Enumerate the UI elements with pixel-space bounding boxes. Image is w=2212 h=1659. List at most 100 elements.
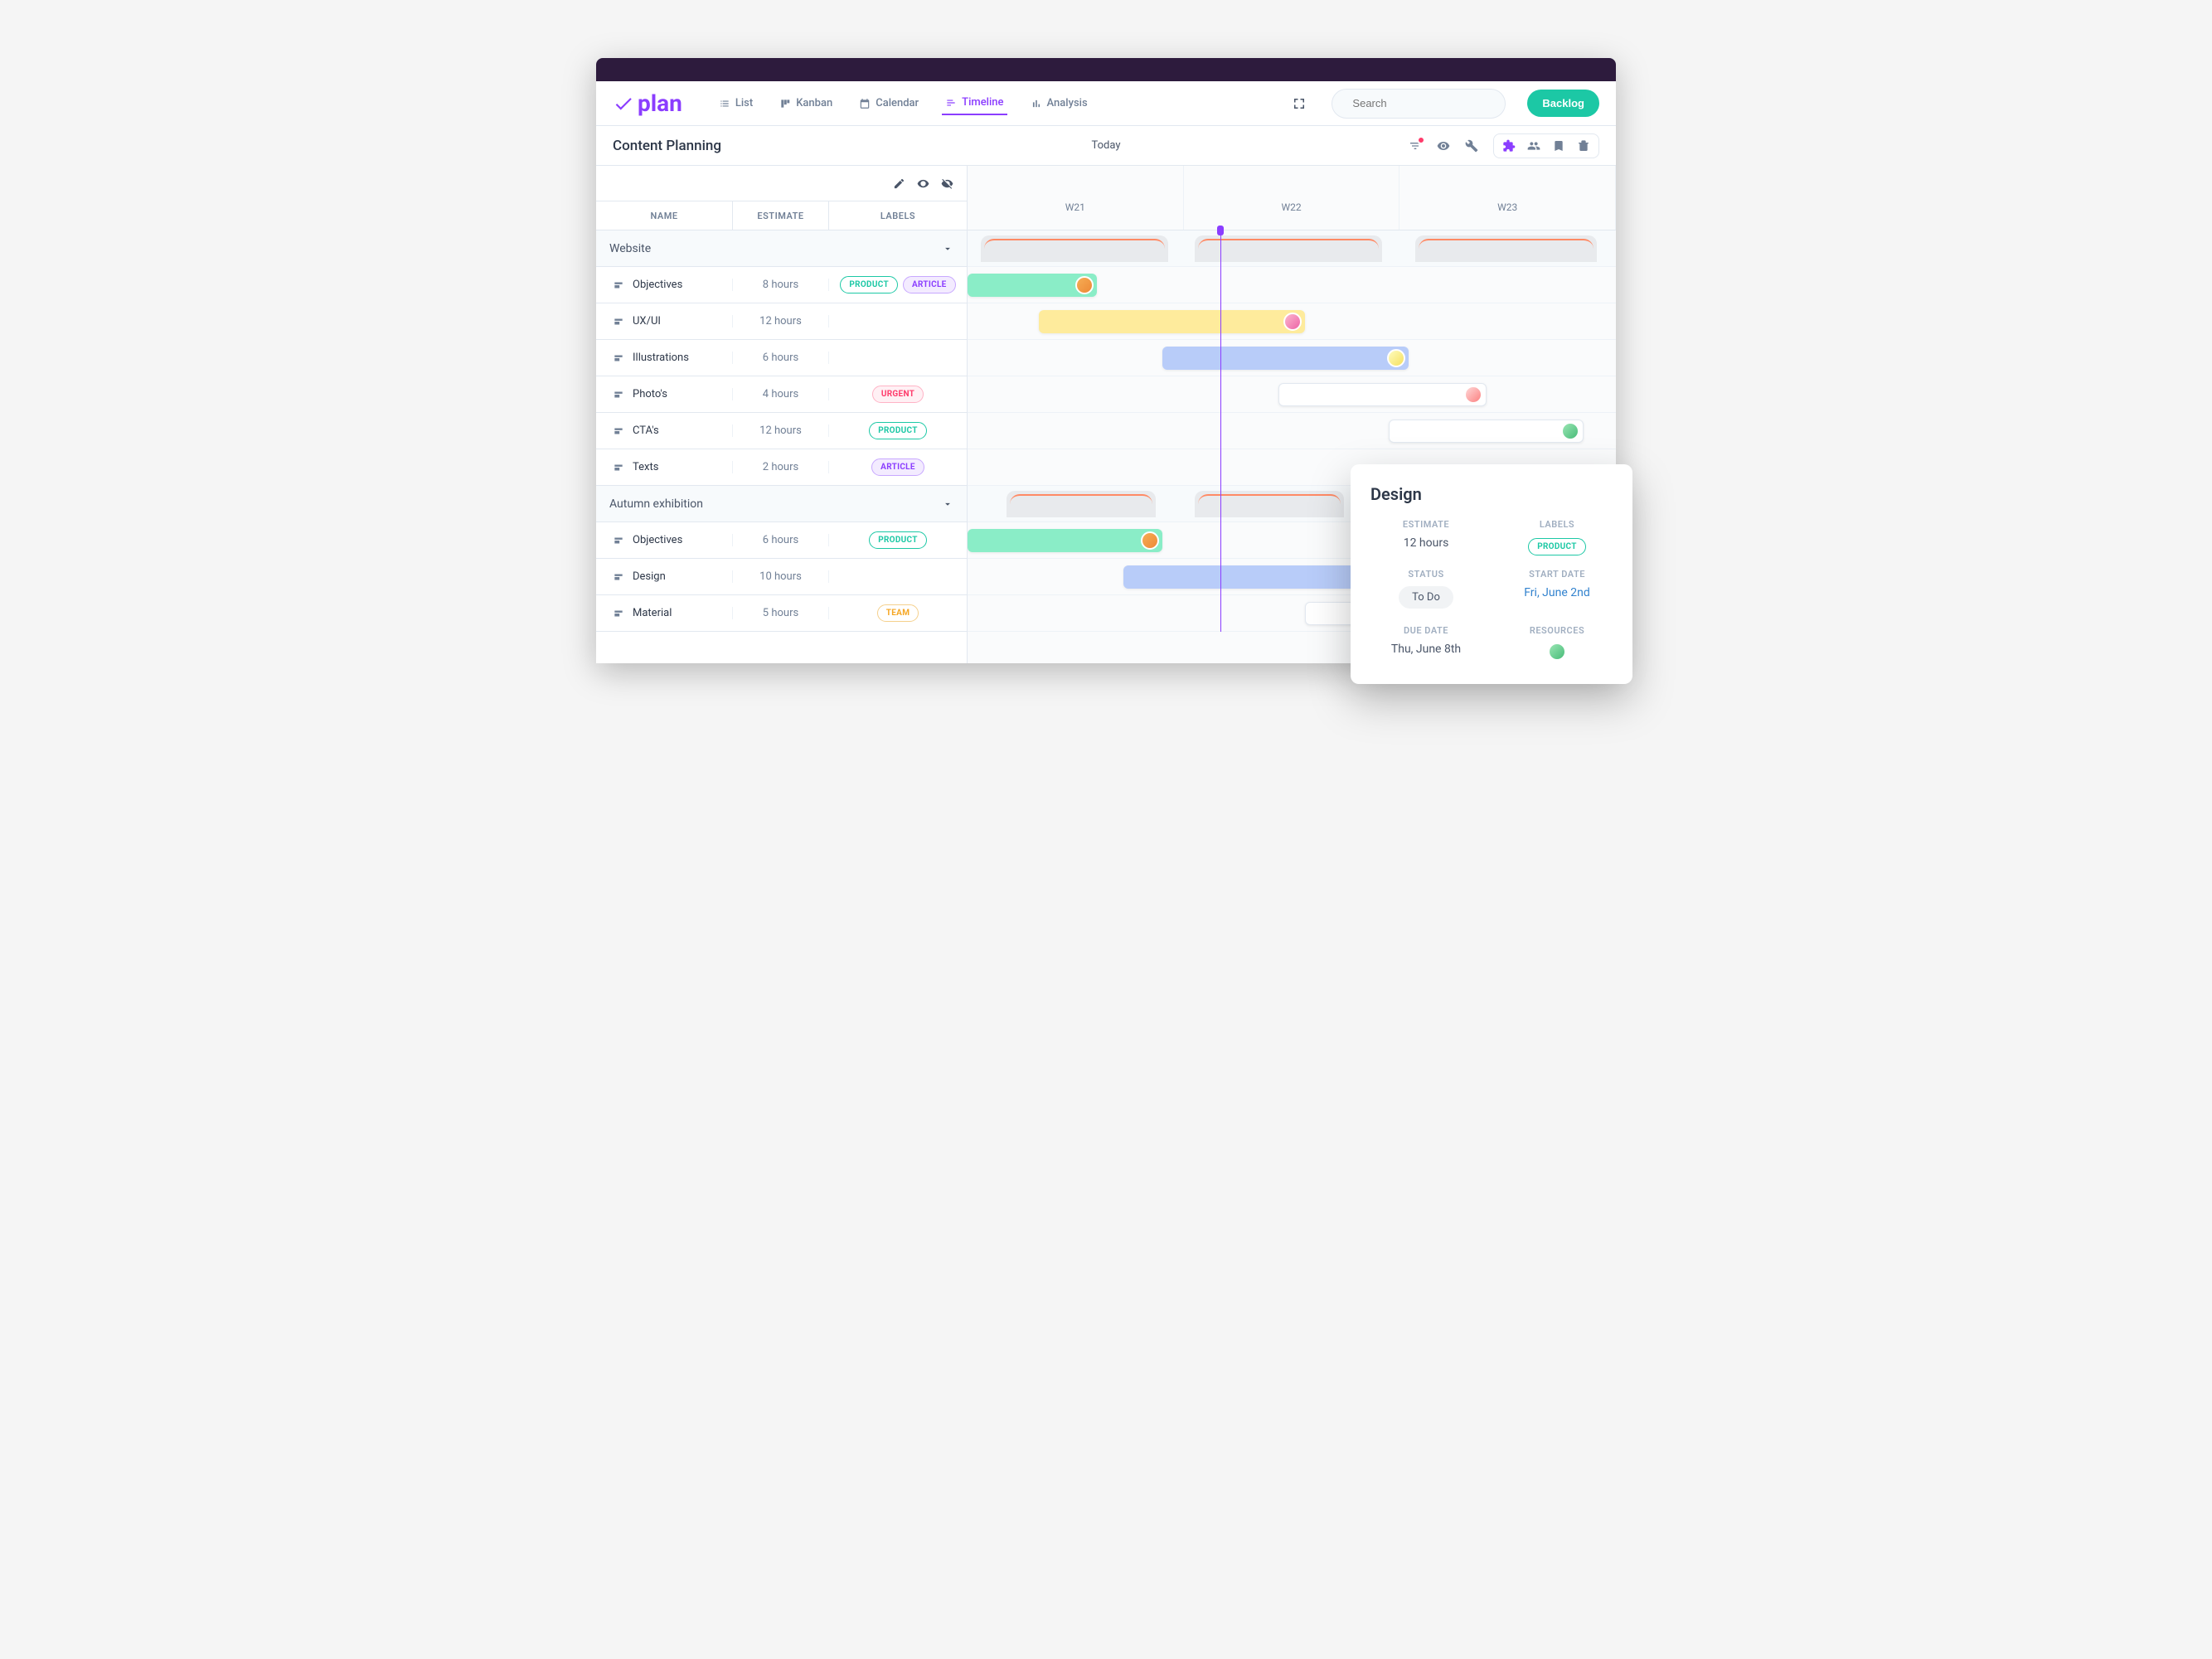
tab-analysis[interactable]: Analysis bbox=[1027, 91, 1091, 115]
visibility-icon[interactable] bbox=[917, 177, 929, 190]
task-sidebar: NAME ESTIMATE LABELS Website Objectives … bbox=[596, 166, 968, 663]
timeline-bar[interactable] bbox=[1278, 383, 1486, 406]
timeline-task-row bbox=[968, 376, 1616, 413]
bar-avatar[interactable] bbox=[1141, 531, 1159, 550]
sub-header: Content Planning Today bbox=[596, 126, 1616, 166]
label-chip: ARTICLE bbox=[871, 458, 924, 476]
list-icon bbox=[719, 98, 730, 109]
card-icon bbox=[613, 279, 624, 291]
popup-estimate-label: ESTIMATE bbox=[1370, 519, 1482, 530]
task-name: Objectives bbox=[633, 279, 682, 291]
filter-badge bbox=[1417, 136, 1425, 144]
card-icon bbox=[613, 389, 624, 400]
chevron-down-icon bbox=[942, 243, 953, 255]
expand-icon[interactable] bbox=[1292, 96, 1307, 111]
people-icon[interactable] bbox=[1527, 139, 1540, 153]
hide-icon[interactable] bbox=[941, 177, 953, 190]
task-row[interactable]: Design 10 hours bbox=[596, 559, 967, 595]
top-nav: plan ListKanbanCalendarTimelineAnalysis … bbox=[596, 81, 1616, 126]
col-header-estimate[interactable]: ESTIMATE bbox=[733, 201, 829, 230]
card-icon bbox=[613, 535, 624, 546]
task-estimate: 2 hours bbox=[733, 461, 829, 473]
timeline-bar[interactable] bbox=[1389, 420, 1584, 443]
tab-list[interactable]: List bbox=[716, 91, 756, 115]
today-line bbox=[1220, 230, 1221, 632]
popup-avatar[interactable] bbox=[1548, 643, 1566, 661]
eye-icon[interactable] bbox=[1437, 139, 1450, 153]
tag-icon[interactable] bbox=[1552, 139, 1565, 153]
puzzle-icon[interactable] bbox=[1502, 139, 1516, 153]
popup-start-value[interactable]: Fri, June 2nd bbox=[1501, 586, 1613, 599]
task-row[interactable]: Objectives 6 hours PRODUCT bbox=[596, 522, 967, 559]
window-titlebar bbox=[596, 58, 1616, 81]
col-header-name[interactable]: NAME bbox=[596, 201, 733, 230]
timeline-bar[interactable] bbox=[1162, 347, 1409, 370]
timeline-task-row bbox=[968, 413, 1616, 449]
group-header[interactable]: Website bbox=[596, 230, 967, 267]
timeline-bar[interactable] bbox=[968, 529, 1162, 552]
popup-status-value[interactable]: To Do bbox=[1399, 586, 1453, 609]
task-row[interactable]: Material 5 hours TEAM bbox=[596, 595, 967, 632]
filter-icon[interactable] bbox=[1409, 139, 1422, 153]
search-input[interactable] bbox=[1352, 97, 1498, 109]
popup-due-value: Thu, June 8th bbox=[1370, 643, 1482, 656]
card-icon bbox=[613, 352, 624, 364]
timeline-task-row bbox=[968, 340, 1616, 376]
backlog-button[interactable]: Backlog bbox=[1527, 90, 1599, 117]
app-logo[interactable]: plan bbox=[613, 90, 682, 117]
bar-avatar[interactable] bbox=[1283, 313, 1302, 331]
task-row[interactable]: Photo's 4 hours URGENT bbox=[596, 376, 967, 413]
bar-avatar[interactable] bbox=[1464, 386, 1482, 404]
bar-avatar[interactable] bbox=[1075, 276, 1094, 294]
task-name: Illustrations bbox=[633, 352, 689, 364]
timeline-task-row bbox=[968, 267, 1616, 303]
label-chip: ARTICLE bbox=[903, 276, 956, 293]
capacity-arc bbox=[1415, 235, 1597, 262]
bar-avatar[interactable] bbox=[1561, 422, 1579, 440]
week-header: W21 bbox=[968, 166, 1184, 230]
search-input-wrap[interactable] bbox=[1332, 89, 1506, 119]
task-estimate: 12 hours bbox=[733, 315, 829, 327]
task-row[interactable]: Illustrations 6 hours bbox=[596, 340, 967, 376]
capacity-arc bbox=[981, 235, 1169, 262]
popup-estimate-value: 12 hours bbox=[1370, 536, 1482, 550]
task-row[interactable]: Objectives 8 hours PRODUCTARTICLE bbox=[596, 267, 967, 303]
timeline-bar[interactable] bbox=[968, 274, 1097, 297]
capacity-arc bbox=[1007, 491, 1156, 517]
today-button[interactable]: Today bbox=[1091, 139, 1120, 152]
check-logo-icon bbox=[613, 93, 634, 114]
popup-labels-label: LABELS bbox=[1501, 519, 1613, 530]
tab-calendar[interactable]: Calendar bbox=[856, 91, 922, 115]
archive-icon[interactable] bbox=[1577, 139, 1590, 153]
label-chip: PRODUCT bbox=[869, 422, 927, 439]
task-estimate: 6 hours bbox=[733, 534, 829, 546]
timeline-bar[interactable] bbox=[1039, 310, 1305, 333]
analysis-icon bbox=[1031, 98, 1042, 109]
calendar-icon bbox=[859, 98, 871, 109]
col-header-labels[interactable]: LABELS bbox=[829, 201, 967, 230]
task-popup: Design ESTIMATE 12 hours LABELS PRODUCT … bbox=[1351, 464, 1632, 684]
timeline-icon bbox=[945, 97, 957, 109]
task-row[interactable]: CTA's 12 hours PRODUCT bbox=[596, 413, 967, 449]
task-row[interactable]: UX/UI 12 hours bbox=[596, 303, 967, 340]
popup-label-chip: PRODUCT bbox=[1528, 538, 1586, 555]
tab-kanban[interactable]: Kanban bbox=[776, 91, 836, 115]
today-marker bbox=[1217, 226, 1224, 235]
bar-avatar[interactable] bbox=[1387, 349, 1405, 367]
tools-icon[interactable] bbox=[1465, 139, 1478, 153]
popup-due-label: DUE DATE bbox=[1370, 625, 1482, 636]
task-name: Objectives bbox=[633, 534, 682, 546]
task-estimate: 10 hours bbox=[733, 570, 829, 583]
tab-timeline[interactable]: Timeline bbox=[942, 91, 1007, 115]
task-row[interactable]: Texts 2 hours ARTICLE bbox=[596, 449, 967, 486]
card-icon bbox=[613, 425, 624, 437]
group-header[interactable]: Autumn exhibition bbox=[596, 486, 967, 522]
popup-resources-label: RESOURCES bbox=[1501, 625, 1613, 636]
label-chip: TEAM bbox=[877, 604, 919, 622]
edit-icon[interactable] bbox=[893, 177, 905, 190]
week-header: W23 bbox=[1399, 166, 1616, 230]
week-header: W22 bbox=[1184, 166, 1400, 230]
task-name: Material bbox=[633, 607, 672, 619]
task-name: Photo's bbox=[633, 388, 667, 400]
task-estimate: 5 hours bbox=[733, 607, 829, 619]
